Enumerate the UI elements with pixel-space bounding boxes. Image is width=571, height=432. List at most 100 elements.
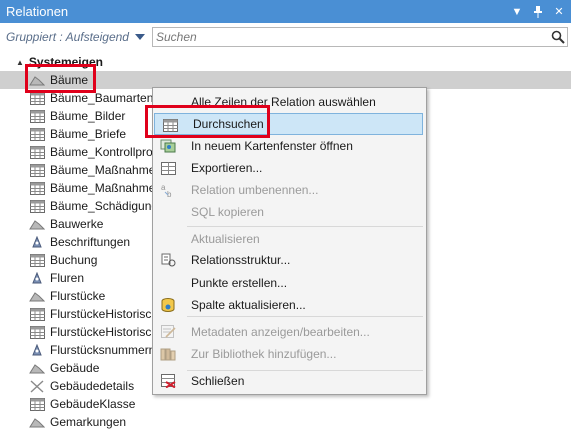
- tree-item[interactable]: Beschriftungen: [29, 233, 130, 251]
- table-icon: [29, 181, 45, 195]
- grouping-dropdown[interactable]: Gruppiert : Aufsteigend: [6, 30, 145, 44]
- tree-item-label: FlurstückeHistorisch: [50, 307, 159, 321]
- tree-item-label: Flurstücksnummern: [50, 343, 156, 357]
- label-layer-icon: [29, 235, 45, 249]
- polygon-layer-icon: [29, 361, 45, 375]
- menu-separator: [187, 316, 423, 317]
- context-menu-item[interactable]: Exportieren...: [153, 157, 426, 179]
- tree-item[interactable]: Bäume_Schädigung: [29, 197, 158, 215]
- tree-item[interactable]: FlurstückeHistorisch: [29, 305, 158, 323]
- line-layer-icon: [29, 379, 45, 393]
- tree-item-label: Gebäude: [50, 361, 100, 375]
- search-icon[interactable]: [549, 28, 567, 46]
- pin-icon[interactable]: [529, 3, 547, 21]
- context-menu-item-label: Metadaten anzeigen/bearbeiten...: [191, 325, 370, 339]
- table-icon: [29, 145, 45, 159]
- table-icon: [29, 127, 45, 141]
- menu-separator: [187, 226, 423, 227]
- polygon-layer-icon: [29, 415, 45, 429]
- table-icon: [29, 253, 45, 267]
- tree-item-label: Bäume_Baumarten: [50, 91, 154, 105]
- tree-item-label: Gemarkungen: [50, 415, 127, 429]
- tree-item[interactable]: Flurstücksnummern: [29, 341, 155, 359]
- panel-title: Relationen: [6, 4, 69, 19]
- tree-item-label: Bäume_Schädigung: [50, 199, 159, 213]
- context-menu-item-label: Punkte erstellen...: [191, 276, 288, 290]
- label-layer-icon: [29, 271, 45, 285]
- tree-item-label: Fluren: [50, 271, 85, 285]
- context-menu-item-label: Relation umbenennen...: [191, 183, 319, 197]
- tree-item[interactable]: GebäudeKlasse: [29, 395, 135, 413]
- svg-text:b: b: [167, 190, 172, 198]
- context-menu-item-label: Zur Bibliothek hinzufügen...: [191, 347, 337, 361]
- context-menu-item-label: SQL kopieren: [191, 205, 264, 219]
- chevron-down-icon: [134, 34, 145, 40]
- table-icon: [29, 307, 45, 321]
- tree-item[interactable]: FlurstückeHistorisch: [29, 323, 158, 341]
- context-menu-item-label: Exportieren...: [191, 161, 263, 175]
- metadata-icon: [160, 324, 176, 340]
- context-menu-item[interactable]: Zur Bibliothek hinzufügen...: [153, 343, 426, 365]
- context-menu-item-label: In neuem Kartenfenster öffnen: [191, 139, 353, 153]
- grouping-label: Gruppiert : Aufsteigend: [6, 30, 129, 44]
- tree-item-label: Buchung: [50, 253, 98, 267]
- tree-item[interactable]: Gemarkungen: [29, 413, 126, 431]
- tree-item[interactable]: Gebäude: [29, 359, 99, 377]
- structure-icon: [160, 252, 176, 268]
- context-menu-item[interactable]: Punkte erstellen...: [153, 272, 426, 294]
- dropdown-arrow-icon[interactable]: ▼: [508, 3, 526, 21]
- context-menu-item[interactable]: Metadaten anzeigen/bearbeiten...: [153, 321, 426, 343]
- highlight-frame: [25, 64, 96, 93]
- tree-item[interactable]: Fluren: [29, 269, 84, 287]
- close-icon[interactable]: ✕: [550, 3, 568, 21]
- tree-item-label: Bäume_Bilder: [50, 109, 126, 123]
- tree-item[interactable]: Bäume_Maßnahme: [29, 161, 155, 179]
- label-layer-icon: [29, 343, 45, 357]
- table-icon: [29, 397, 45, 411]
- tree-item-label: Bäume_Briefe: [50, 127, 127, 141]
- context-menu-item-label: Relationsstruktur...: [191, 253, 291, 267]
- highlight-frame: [145, 105, 270, 138]
- tree-item[interactable]: Flurstücke: [29, 287, 105, 305]
- tree-item[interactable]: Bauwerke: [29, 215, 103, 233]
- export-icon: [160, 160, 176, 176]
- menu-separator: [187, 370, 423, 371]
- table-icon: [29, 163, 45, 177]
- context-menu-item[interactable]: In neuem Kartenfenster öffnen: [153, 135, 426, 157]
- expand-triangle-icon[interactable]: ▲: [16, 58, 24, 67]
- context-menu-item[interactable]: SQL kopieren: [153, 201, 426, 223]
- tree-item-label: Bäume_Maßnahme: [50, 163, 156, 177]
- close-table-icon: [160, 373, 176, 389]
- tree-item[interactable]: Gebäudedetails: [29, 377, 134, 395]
- polygon-layer-icon: [29, 289, 45, 303]
- context-menu-item[interactable]: Aktualisieren: [153, 228, 426, 250]
- rename-icon: ab: [160, 182, 176, 198]
- polygon-layer-icon: [29, 217, 45, 231]
- context-menu-item[interactable]: Spalte aktualisieren...: [153, 294, 426, 316]
- search-input[interactable]: [153, 28, 549, 46]
- search-box: [152, 27, 568, 47]
- tree-item-label: Bauwerke: [50, 217, 104, 231]
- tree-item-label: Bäume_Maßnahme: [50, 181, 156, 195]
- tree-item[interactable]: Bäume_Briefe: [29, 125, 126, 143]
- tree-item[interactable]: Bäume_Bilder: [29, 107, 125, 125]
- library-icon: [160, 346, 176, 362]
- panel-toolbar: Gruppiert : Aufsteigend: [0, 24, 571, 50]
- tree-item-label: Beschriftungen: [50, 235, 131, 249]
- tree-item[interactable]: Bäume_Maßnahme: [29, 179, 155, 197]
- tree-item[interactable]: Bäume_Kontrollpro: [29, 143, 153, 161]
- tree-item-label: Bäume_Kontrollpro: [50, 145, 153, 159]
- context-menu-item[interactable]: Relationsstruktur...: [153, 249, 426, 271]
- tree-item[interactable]: Buchung: [29, 251, 97, 269]
- table-icon: [29, 109, 45, 123]
- context-menu-item[interactable]: a b Relation umbenennen...: [153, 179, 426, 201]
- table-icon: [29, 325, 45, 339]
- context-menu-item-label: Aktualisieren: [191, 232, 260, 246]
- context-menu-item-label: Schließen: [191, 374, 245, 388]
- table-icon: [29, 199, 45, 213]
- update-column-icon: [160, 297, 176, 313]
- tree-item-label: FlurstückeHistorisch: [50, 325, 159, 339]
- tree-item-label: Gebäudedetails: [50, 379, 135, 393]
- tree-item-label: GebäudeKlasse: [50, 397, 136, 411]
- context-menu-item[interactable]: Schließen: [153, 370, 426, 392]
